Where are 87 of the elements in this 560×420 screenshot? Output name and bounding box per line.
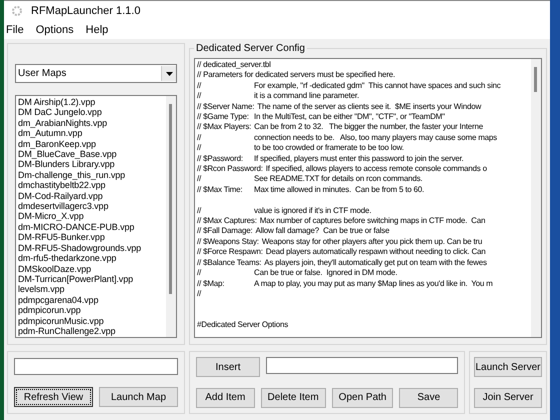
config-line: // Parameters for dedicated servers must be specified here.	[197, 70, 396, 81]
config-key: //	[197, 80, 251, 92]
map-list-item[interactable]: pdmpicorunMusic.vpp	[18, 316, 166, 326]
config-line: // dedicated_server.tbl	[197, 60, 271, 70]
config-action-button[interactable]: Delete Item	[260, 388, 326, 408]
map-list-item[interactable]: DM-Blunders Library.vpp	[18, 159, 166, 170]
config-line: connection needs to be. Also, too many players may cause some maps	[254, 132, 497, 144]
config-key: //	[197, 91, 251, 102]
config-line: Max number of captures before switching maps in CTF mode. Can	[260, 216, 486, 226]
config-key: // $Weapons Stay:	[197, 236, 259, 248]
map-list-item[interactable]: DMSkoolDaze.vpp	[18, 264, 166, 274]
map-list-item[interactable]: dm_Autumn.vpp	[18, 128, 166, 139]
map-list-item[interactable]: pdmpicorun.vpp	[18, 305, 166, 316]
map-list-item[interactable]: DM-RFU5-Shadowgrounds.vpp	[18, 242, 166, 254]
config-line: Dead players automatically respawn without needing to click. Can	[266, 247, 486, 258]
config-key: //	[197, 132, 251, 144]
map-list-item[interactable]: DM-Turrican[PowerPlant].vpp	[18, 274, 166, 284]
map-list-item[interactable]: dm-rfu5-thedarkzone.vpp	[18, 253, 166, 264]
config-line: it is a command line parameter.	[254, 91, 359, 102]
map-name-field[interactable]	[14, 358, 178, 375]
config-line: The name of the server as clients see it. $ME inserts your Window	[257, 102, 482, 112]
window-title: RFMapLauncher 1.1.0	[31, 5, 140, 17]
server-action-button[interactable]: Launch Server	[474, 357, 542, 378]
menu-item[interactable]: Help	[86, 24, 108, 36]
map-list-item[interactable]: dm_BaronKeep.vpp	[18, 138, 166, 150]
server-action-button[interactable]: Join Server	[474, 388, 542, 408]
config-key: // $Game Type:	[197, 112, 251, 122]
config-line: See README.TXT for details on rcon commands.	[254, 174, 422, 185]
config-key: // $Server Name:	[197, 102, 254, 112]
map-list-item[interactable]: dmchastitybeltb22.vpp	[18, 180, 166, 191]
map-list-item[interactable]: DM Airship(1.2).vpp	[18, 97, 166, 108]
config-line: Max time allowed in minutes. Can be from 5 to 60.	[254, 184, 424, 196]
menu-item[interactable]: File	[6, 24, 24, 36]
config-action-button[interactable]: Add Item	[196, 388, 255, 408]
config-line: value is ignored if it's in CTF mode.	[254, 206, 372, 216]
config-line: If specified, allows players to access remote console commands o	[266, 164, 487, 174]
config-key: // $Max Players:	[197, 122, 252, 133]
config-key: // $Max Captures:	[197, 216, 257, 226]
config-key: // $Map:	[197, 278, 251, 289]
map-list-item[interactable]: DM-Micro_X.vpp	[18, 211, 166, 222]
config-line: A map to play, you may put as many $Map lines as you'd like in. You m	[254, 278, 493, 289]
map-list-item[interactable]: DM-RFU5-Bunker.vpp	[18, 232, 166, 243]
config-key: //	[197, 206, 251, 216]
map-list-item[interactable]: pdm-RunChallenge2.vpp	[18, 326, 166, 336]
scrollbar[interactable]	[531, 59, 541, 337]
scrollbar[interactable]	[166, 96, 176, 337]
config-line: #Dedicated Server Options	[197, 320, 288, 331]
config-key: // $Max Time:	[197, 184, 251, 196]
config-key: //	[197, 268, 251, 279]
caret-icon	[166, 72, 172, 76]
config-line: Can be from 2 to 32. The bigger the number, the faster your Interne	[254, 122, 484, 133]
config-key: // $Fall Damage:	[197, 226, 252, 237]
config-line: Weapons stay for other players after you pick them up. Can be tru	[262, 236, 482, 248]
config-line: //	[197, 288, 202, 300]
config-key: //	[197, 143, 251, 154]
map-list-item[interactable]: pdmpcgarena04.vpp	[18, 294, 166, 306]
config-line: In the MultiTest, can be either "DM", "CTF", or "TeamDM"	[254, 112, 445, 122]
config-line: If specified, players must enter this password to join the server.	[254, 154, 464, 164]
config-line: Allow fall damage? Can be true or false	[256, 226, 390, 237]
map-list-item[interactable]: DM_BlueCave_Base.vpp	[18, 149, 166, 160]
gear-icon	[11, 5, 23, 17]
config-line: to be too crowded or framerate to be too low.	[254, 143, 404, 154]
map-list-item[interactable]: dm-MICRO-DANCE-PUB.vpp	[18, 222, 166, 232]
config-action-button[interactable]: Open Path	[332, 388, 394, 408]
map-list-item[interactable]: DM-Cod-Railyard.vpp	[18, 190, 166, 202]
config-key: //	[197, 174, 251, 185]
config-text-area[interactable]	[194, 58, 542, 338]
map-source-dropdown[interactable]: User Maps	[15, 64, 177, 83]
config-key: // $Balance Teams:	[197, 258, 262, 268]
map-list-item[interactable]: dmdesertvillagerc3.vpp	[18, 201, 166, 212]
config-line: Can be true or false. Ignored in DM mode.	[254, 268, 398, 279]
config-action-button[interactable]: Save	[399, 388, 458, 408]
map-list-item[interactable]: levelsm.vpp	[18, 284, 166, 295]
menu-item[interactable]: Options	[36, 24, 74, 36]
config-line: As players join, they'll automatically get put on team with the fewes	[264, 258, 487, 268]
insert-button[interactable]: Insert	[196, 357, 260, 378]
map-action-button[interactable]: Refresh View	[14, 387, 93, 407]
config-key: // $Force Respawn:	[197, 247, 263, 258]
map-list-item[interactable]: DM DaC Jungelo.vpp	[18, 107, 166, 118]
insert-text-field[interactable]	[266, 357, 458, 374]
config-key: // $Rcon Password:	[197, 164, 263, 174]
map-action-button[interactable]: Launch Map	[99, 387, 178, 407]
group-title: Dedicated Server Config	[195, 43, 306, 54]
config-line: For example, "rf -dedicated gdm" This cannot have spaces and such sinc	[254, 80, 501, 92]
map-list-item[interactable]: dm_ArabianNights.vpp	[18, 118, 166, 128]
map-list-item[interactable]: Dm-challenge_this_run.vpp	[18, 170, 166, 180]
config-key: // $Password:	[197, 154, 251, 164]
